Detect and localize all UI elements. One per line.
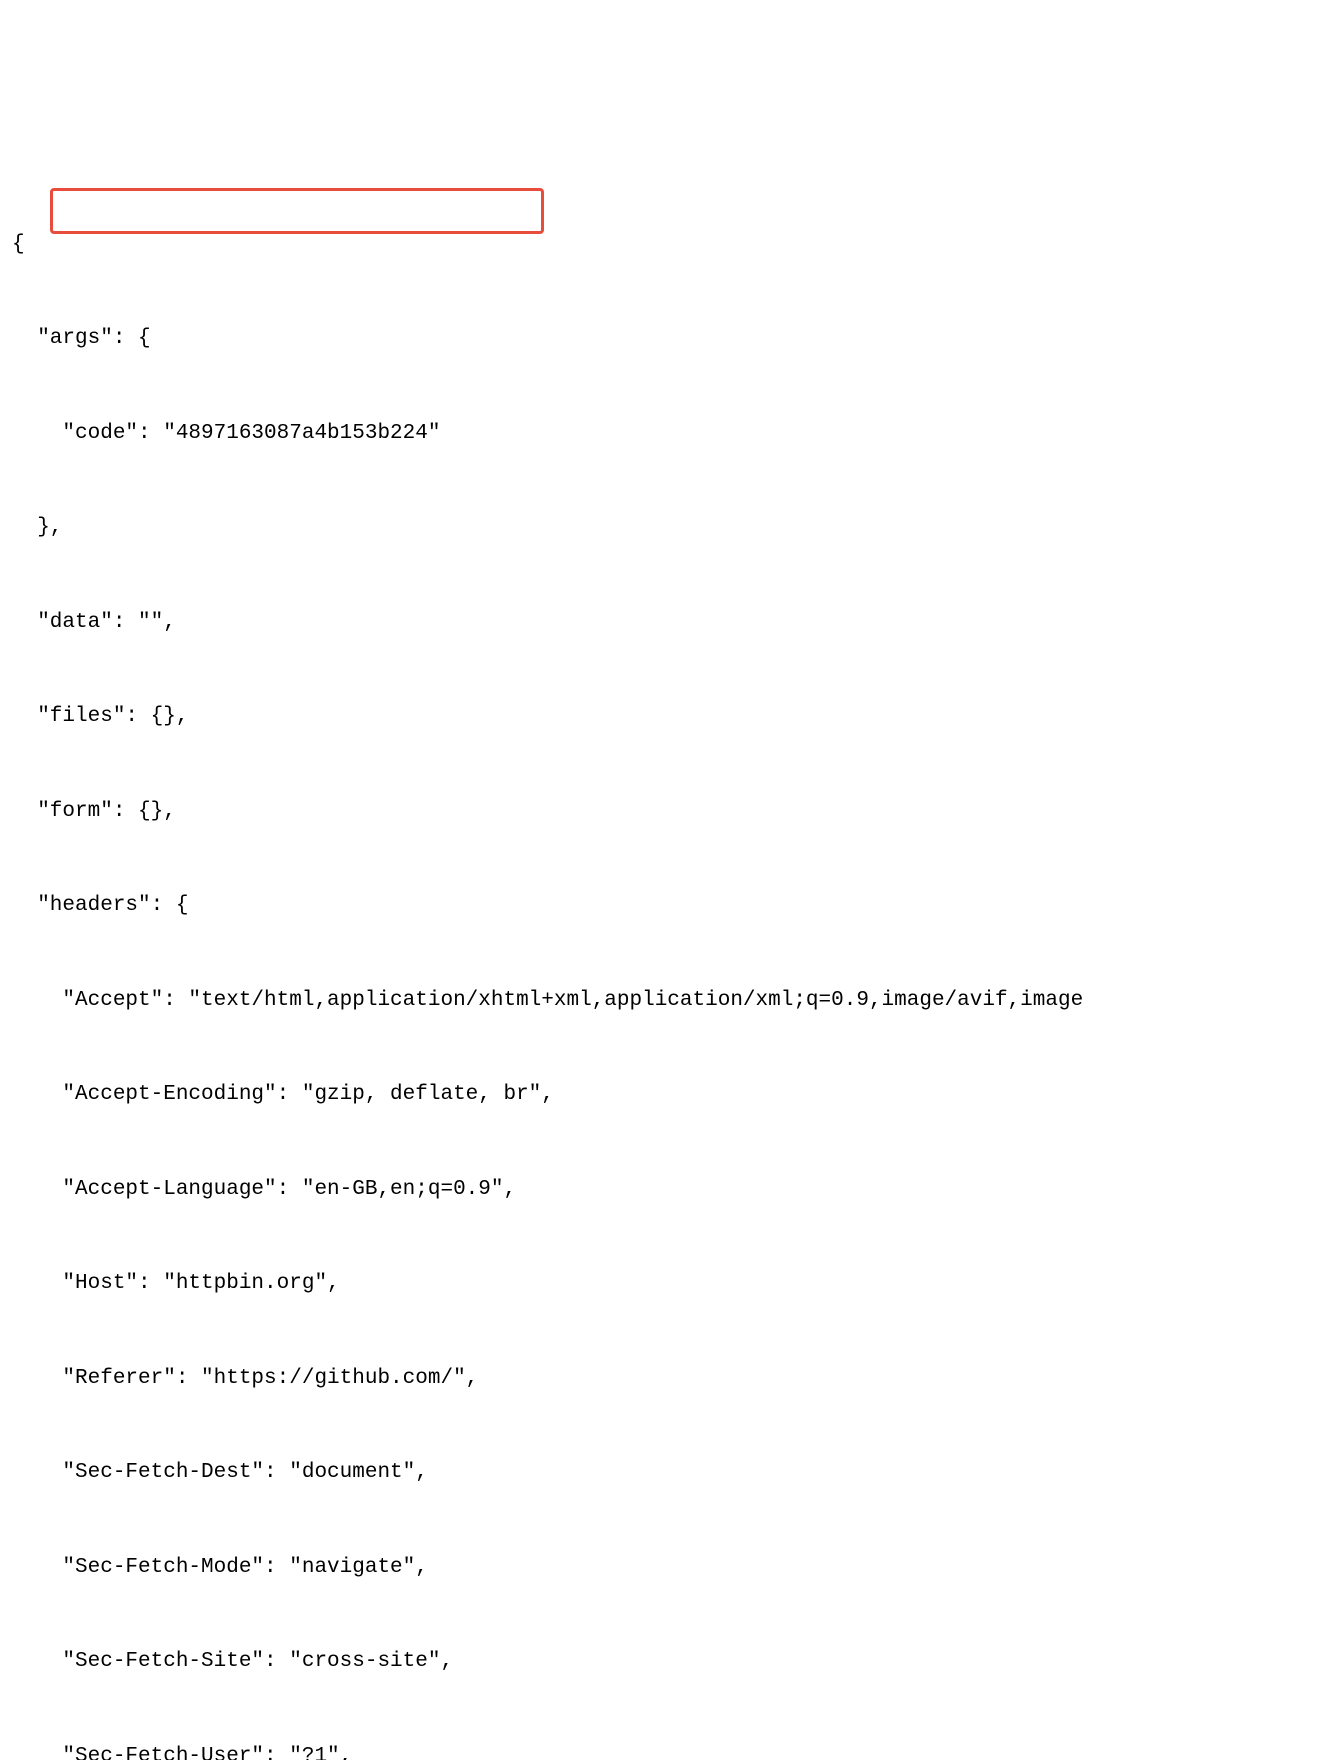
- json-open-brace: {: [12, 229, 1318, 261]
- args-code-entry: "code": "4897163087a4b153b224": [12, 418, 1318, 450]
- header-accept: "Accept": "text/html,application/xhtml+x…: [12, 985, 1318, 1017]
- code-highlight-annotation: [50, 188, 544, 234]
- header-accept-encoding: "Accept-Encoding": "gzip, deflate, br",: [12, 1079, 1318, 1111]
- headers-key-open: "headers": {: [12, 890, 1318, 922]
- data-entry: "data": "",: [12, 607, 1318, 639]
- form-entry: "form": {},: [12, 796, 1318, 828]
- header-sec-fetch-mode: "Sec-Fetch-Mode": "navigate",: [12, 1552, 1318, 1584]
- header-sec-fetch-site: "Sec-Fetch-Site": "cross-site",: [12, 1646, 1318, 1678]
- header-sec-fetch-user: "Sec-Fetch-User": "?1",: [12, 1741, 1318, 1760]
- files-entry: "files": {},: [12, 701, 1318, 733]
- header-accept-language: "Accept-Language": "en-GB,en;q=0.9",: [12, 1174, 1318, 1206]
- args-close: },: [12, 512, 1318, 544]
- args-key-open: "args": {: [12, 323, 1318, 355]
- header-sec-fetch-dest: "Sec-Fetch-Dest": "document",: [12, 1457, 1318, 1489]
- header-host: "Host": "httpbin.org",: [12, 1268, 1318, 1300]
- json-response-block: { "args": { "code": "4897163087a4b153b22…: [12, 134, 1318, 1760]
- header-referer: "Referer": "https://github.com/",: [12, 1363, 1318, 1395]
